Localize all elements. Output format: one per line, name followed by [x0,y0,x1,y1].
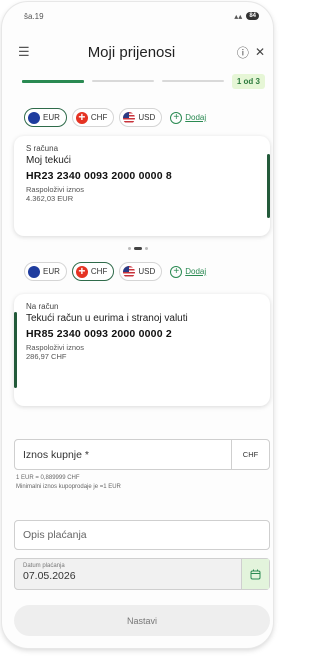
chip-usd[interactable]: USD [119,262,163,281]
signal-icon: ▴▴ [234,11,243,21]
amount-field[interactable]: Iznos kupnje * CHF [14,439,270,470]
chip-chf[interactable]: CHF [71,108,115,127]
phone-screen: ŝa.19 ▴▴ 84 ☰ Moji prijenosi ⓘ ✕ 1 od 3 … [2,2,273,648]
exchange-rate-note: 1 EUR = 0,889999 CHF Minimalni iznos kup… [16,474,121,492]
chip-label: USD [138,267,156,276]
step-progress: 1 od 3 [22,73,265,89]
chip-label: CHF [90,113,108,122]
calendar-icon[interactable] [241,559,269,589]
status-icons: ▴▴ 84 [234,12,259,21]
continue-button[interactable]: Nastavi [14,605,270,636]
chip-usd[interactable]: USD [119,108,163,127]
carousel-dots [128,247,148,250]
payment-date-field[interactable]: Datum plaćanja 07.05.2026 [14,558,270,590]
progress-segment-1 [22,79,84,83]
chip-eur[interactable]: EUR [24,262,67,281]
dot [128,247,131,250]
from-balance-label: Raspoloživi iznos [26,185,84,194]
top-bar: ☰ Moji prijenosi ⓘ ✕ [18,42,265,62]
to-balance-value: 286,97 CHF [26,352,67,361]
chip-label: USD [138,113,156,122]
card-edge-indicator [267,154,270,218]
dot-active [134,247,142,250]
from-account-name: Moj tekući [26,155,72,166]
eu-flag-icon [28,111,40,124]
battery-icon: 84 [246,12,259,20]
chip-label: EUR [43,267,60,276]
from-account-card[interactable]: S računa Moj tekući HR23 2340 0093 2000 … [14,136,270,236]
status-time: ŝa.19 [24,11,44,21]
rate-line: 1 EUR = 0,889999 CHF [16,475,80,481]
add-currency-button[interactable]: + Dodaj [170,265,207,278]
step-counter-badge: 1 od 3 [231,73,265,89]
chip-label: EUR [43,113,60,122]
to-currency-chips: EUR CHF USD + Dodaj [24,262,206,281]
us-flag-icon [123,111,136,124]
status-bar: ŝa.19 ▴▴ 84 [24,10,259,22]
eu-flag-icon [28,265,40,278]
progress-segment-2 [91,80,154,82]
add-label: Dodaj [185,267,207,276]
card-edge-indicator [14,312,17,388]
plus-icon: + [170,111,183,124]
dot [145,247,148,250]
from-currency-chips: EUR CHF USD + Dodaj [24,108,206,127]
amount-label: Iznos kupnje * [23,448,89,461]
description-field[interactable]: Opis plaćanja [14,520,270,550]
swiss-flag-icon [75,110,88,124]
date-value: 07.05.2026 [23,570,76,582]
from-account-iban: HR23 2340 0093 2000 0000 8 [26,170,172,182]
us-flag-icon [123,265,136,278]
swiss-flag-icon [75,264,88,278]
menu-icon[interactable]: ☰ [18,44,32,60]
to-account-card[interactable]: Na račun Tekući račun u eurima i stranoj… [14,294,270,406]
from-heading: S računa [26,144,59,153]
add-currency-button[interactable]: + Dodaj [170,111,207,124]
to-heading: Na račun [26,302,59,311]
minimum-line: Minimalni iznos kupoprodaje je =1 EUR [16,484,121,490]
chip-label: CHF [90,267,108,276]
to-balance-label: Raspoloživi iznos [26,343,84,352]
from-balance-value: 4.362,03 EUR [26,194,74,203]
date-label: Datum plaćanja [23,563,65,569]
page-title: Moji prijenosi [87,43,176,61]
add-label: Dodaj [185,113,207,122]
plus-icon: + [170,265,183,278]
progress-segment-3 [161,80,224,82]
to-account-name: Tekući račun u eurima i stranoj valuti [26,313,188,324]
to-account-iban: HR85 2340 0093 2000 0000 2 [26,328,172,340]
info-icon[interactable]: ⓘ [237,44,249,61]
amount-currency: CHF [231,440,269,469]
chip-chf[interactable]: CHF [71,262,115,281]
chip-eur[interactable]: EUR [24,108,67,127]
close-icon[interactable]: ✕ [255,45,265,59]
